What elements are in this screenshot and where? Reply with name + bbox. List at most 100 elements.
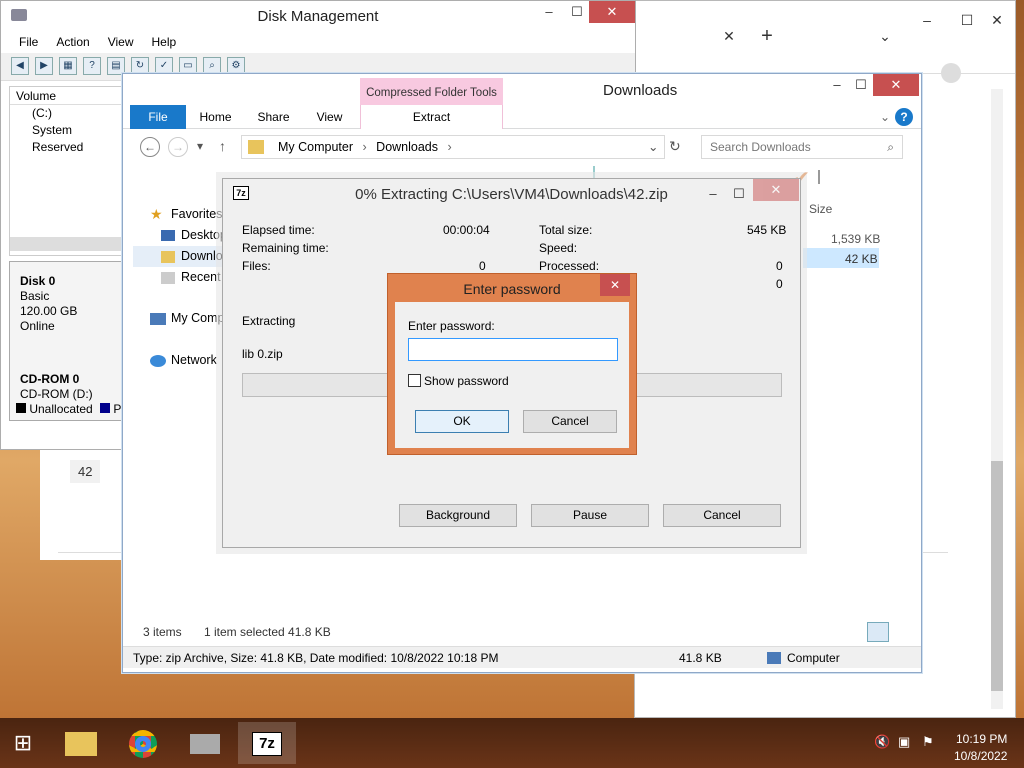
chrome-minimize-button[interactable]: – <box>907 9 947 31</box>
start-button[interactable]: ⊞ <box>0 722 46 764</box>
password-dialog-title: Enter password <box>463 281 561 297</box>
ribbon-expand-icon[interactable]: ⌄ <box>875 105 895 129</box>
recent-dropdown-icon[interactable]: ▾ <box>197 139 203 153</box>
clock-time[interactable]: 10:19 PM <box>956 732 1007 746</box>
dm-close-button[interactable]: ✕ <box>589 1 635 23</box>
profile-icon[interactable] <box>941 63 961 83</box>
chrome-icon[interactable] <box>114 722 172 764</box>
back-icon[interactable]: ◀ <box>11 57 29 75</box>
large-icons-view-icon[interactable] <box>891 622 913 642</box>
computer-icon <box>767 652 781 664</box>
file-size-2: 42 KB <box>845 252 878 266</box>
cancel-extract-button[interactable]: Cancel <box>663 504 781 527</box>
column-volume[interactable]: Volume <box>10 87 124 105</box>
explorer-title: Downloads <box>603 82 678 99</box>
tab-share[interactable]: Share <box>251 105 296 129</box>
pane-icon[interactable] <box>817 170 820 184</box>
forward-button[interactable]: → <box>168 137 188 157</box>
network-status-icon[interactable]: ▣ <box>898 734 910 750</box>
dm-maximize-button[interactable]: ☐ <box>565 1 589 23</box>
search-input[interactable]: Search Downloads ⌕ <box>701 135 903 159</box>
nav-desktop[interactable]: Desktop <box>133 225 233 246</box>
speed-label: Speed: <box>539 241 578 255</box>
breadcrumb-my-computer[interactable]: My Computer <box>278 140 353 154</box>
elapsed-label: Elapsed time: <box>242 223 315 237</box>
help-icon[interactable]: ? <box>83 57 101 75</box>
menu-file[interactable]: File <box>19 31 38 53</box>
background-button[interactable]: Background <box>399 504 517 527</box>
legend-primary-swatch <box>100 403 111 413</box>
navigation-pane: ★ Favorites Desktop Downlo Recent p My Co… <box>133 204 233 371</box>
menu-view[interactable]: View <box>108 31 134 53</box>
status-selection: 1 item selected 41.8 KB <box>204 625 331 639</box>
forward-icon[interactable]: ▶ <box>35 57 53 75</box>
chrome-close-button[interactable]: ✕ <box>977 9 1017 31</box>
breadcrumb-downloads[interactable]: Downloads <box>376 140 438 154</box>
tab-file[interactable]: File <box>130 105 186 129</box>
clock-date[interactable]: 10/8/2022 <box>954 749 1007 763</box>
legend-primary: P <box>113 402 122 416</box>
tab-home[interactable]: Home <box>193 105 238 129</box>
tab-close-icon[interactable]: ✕ <box>709 25 749 47</box>
nav-network[interactable]: Network <box>133 350 233 371</box>
zip-titlebar: 7z 0% Extracting C:\Users\VM4\Downloads\… <box>223 179 800 209</box>
explorer-maximize-button[interactable]: ☐ <box>849 74 873 96</box>
dm-menubar: File Action View Help <box>1 31 635 53</box>
file-explorer-icon[interactable] <box>52 722 110 764</box>
help-icon[interactable]: ? <box>895 108 913 126</box>
ok-button[interactable]: OK <box>415 410 509 433</box>
tab-view[interactable]: View <box>307 105 352 129</box>
address-dropdown-icon[interactable]: ⌄ <box>648 136 658 158</box>
extracting-label: Extracting <box>242 314 296 328</box>
volume-muted-icon[interactable]: 🔇 <box>874 734 890 750</box>
password-close-button[interactable]: ✕ <box>600 274 630 296</box>
zip-close-button[interactable]: ✕ <box>753 179 799 201</box>
password-input[interactable] <box>408 338 618 361</box>
zip-maximize-button[interactable]: ☐ <box>727 183 751 205</box>
dm-minimize-button[interactable]: – <box>537 1 561 23</box>
hscrollbar[interactable] <box>10 237 124 251</box>
nav-recent[interactable]: Recent p <box>133 267 233 288</box>
address-bar[interactable]: My Computer › Downloads › ⌄ <box>241 135 665 159</box>
pause-button[interactable]: Pause <box>531 504 649 527</box>
show-password-label[interactable]: Show password <box>424 374 509 388</box>
network-icon <box>150 355 166 367</box>
processed-value: 0 <box>776 259 783 273</box>
menu-action[interactable]: Action <box>56 31 89 53</box>
disk0-size: 120.00 GB <box>20 304 78 318</box>
zip-minimize-button[interactable]: – <box>701 183 725 205</box>
explorer-minimize-button[interactable]: – <box>825 74 849 96</box>
details-text: Type: zip Archive, Size: 41.8 KB, Date m… <box>133 651 499 665</box>
volume-c[interactable]: (C:) <box>10 105 124 122</box>
tab-extract[interactable]: Extract <box>360 105 503 129</box>
nav-favorites[interactable]: ★ Favorites <box>133 204 233 225</box>
explorer-close-button[interactable]: ✕ <box>873 74 919 96</box>
tab-list-icon[interactable]: ⌄ <box>865 25 905 47</box>
console-icon[interactable]: ▦ <box>59 57 77 75</box>
password-dialog: Enter password ✕ Enter password: Show pa… <box>387 273 637 455</box>
menu-help[interactable]: Help <box>152 31 177 53</box>
show-password-checkbox[interactable] <box>408 374 421 387</box>
password-dialog-body: Enter password: Show password OK Cancel <box>395 302 629 448</box>
action-center-icon[interactable]: ⚑ <box>922 734 934 750</box>
new-tab-button[interactable]: + <box>747 25 787 47</box>
chrome-scrollbar[interactable] <box>991 89 1003 709</box>
refresh-icon[interactable]: ↻ <box>669 138 681 155</box>
volume-system-reserved[interactable]: System Reserved <box>10 122 124 156</box>
folder-icon <box>248 140 264 154</box>
taskbar: ⊞ 7z 🔇 ▣ ⚑ 10:19 PM 10/8/2022 <box>0 718 1024 768</box>
disk0-name[interactable]: Disk 0 <box>20 274 124 289</box>
nav-downloads[interactable]: Downlo <box>133 246 233 267</box>
up-button[interactable]: ↑ <box>219 138 226 154</box>
compressed-folder-tools-label: Compressed Folder Tools <box>360 78 503 108</box>
back-button[interactable]: ← <box>140 137 160 157</box>
nav-my-computer[interactable]: My Comp <box>133 308 233 329</box>
disk-management-icon[interactable] <box>176 722 234 764</box>
current-file: lib 0.zip <box>242 347 283 361</box>
column-size[interactable]: Size <box>809 202 832 216</box>
scroll-thumb[interactable] <box>991 461 1003 691</box>
cdrom0-name[interactable]: CD-ROM 0 <box>20 372 93 387</box>
cancel-password-button[interactable]: Cancel <box>523 410 617 433</box>
details-view-icon[interactable] <box>867 622 889 642</box>
7zip-taskbar-icon[interactable]: 7z <box>238 722 296 764</box>
